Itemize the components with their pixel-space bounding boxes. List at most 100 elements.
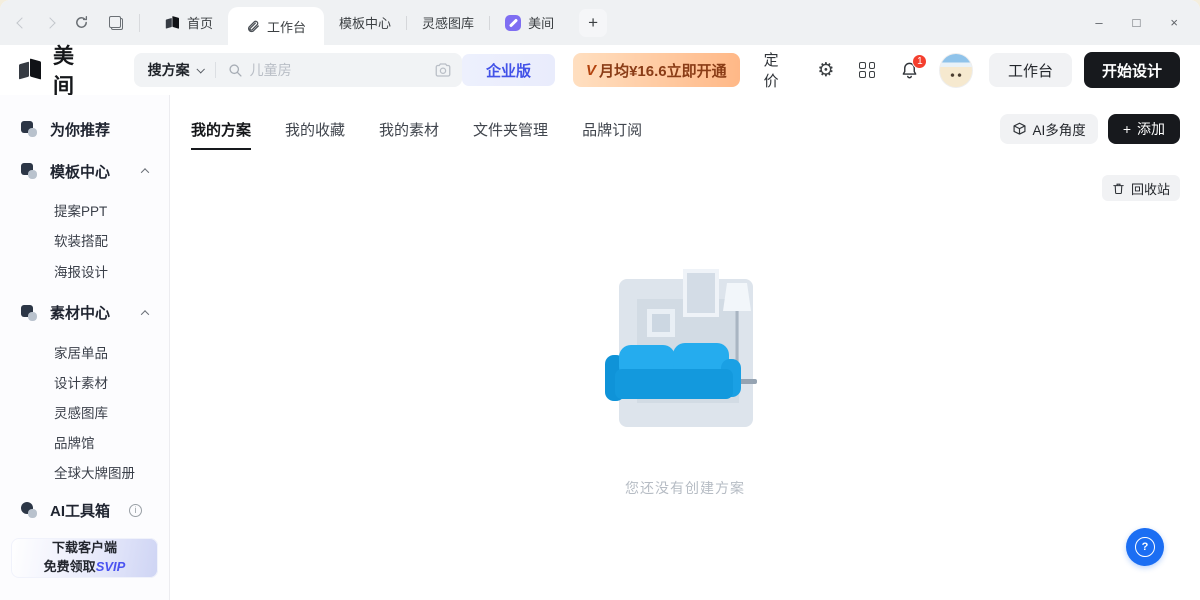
sidebar-item-soft-decoration[interactable]: 软装搭配 xyxy=(0,229,169,252)
forward-icon[interactable] xyxy=(44,17,55,28)
main-content: 我的方案 我的收藏 我的素材 文件夹管理 品牌订阅 AI多角度 + 添加 xyxy=(170,95,1200,600)
sidebar-item-inspiration-gallery[interactable]: 灵感图库 xyxy=(0,400,169,423)
recycle-bin-button[interactable]: 回收站 xyxy=(1102,175,1180,201)
sidebar-item-label: 模板中心 xyxy=(50,161,110,182)
banner-svip: SVIP xyxy=(96,559,126,574)
search-scope-dropdown[interactable]: 搜方案 xyxy=(148,60,203,80)
tab-folder-management[interactable]: 文件夹管理 xyxy=(473,119,548,150)
tab-label: 模板中心 xyxy=(339,13,391,32)
minimize-button[interactable]: – xyxy=(1095,15,1102,30)
duplicate-tab-icon[interactable] xyxy=(109,16,123,30)
search-scope-label: 搜方案 xyxy=(148,60,190,80)
vip-subscribe-button[interactable]: V 月均¥16.6立即开通 xyxy=(573,53,740,87)
sidebar-item-ai-toolbox[interactable]: AI工具箱 xyxy=(0,496,169,525)
apps-grid-icon[interactable] xyxy=(859,62,875,78)
workspace-label: 工作台 xyxy=(1008,60,1053,81)
divider xyxy=(139,14,140,32)
sidebar-item-label: 素材中心 xyxy=(50,302,110,323)
trash-icon xyxy=(1112,182,1125,195)
sidebar-item-home-items[interactable]: 家居单品 xyxy=(0,340,169,363)
banner-line2-prefix: 免费领取 xyxy=(44,559,96,574)
meijian-app-icon xyxy=(505,15,521,31)
pricing-link[interactable]: 定价 xyxy=(764,49,793,91)
tab-label: 灵感图库 xyxy=(422,13,474,32)
sidebar-item-recommend[interactable]: 为你推荐 xyxy=(0,115,169,144)
add-button[interactable]: + 添加 xyxy=(1108,114,1180,144)
download-client-banner[interactable]: 下载客户端 免费领取SVIP xyxy=(11,538,158,578)
meijian-logo-icon xyxy=(165,16,181,29)
help-button[interactable]: ? xyxy=(1126,528,1164,566)
tab-my-favorites[interactable]: 我的收藏 xyxy=(285,119,345,150)
sidebar-item-design-materials[interactable]: 设计素材 xyxy=(0,370,169,393)
tab-brand-subscription[interactable]: 品牌订阅 xyxy=(582,119,642,150)
sidebar-item-label: 提案PPT xyxy=(54,200,107,220)
app-window: 首页 工作台 模板中心 灵感图库 美间 + – □ × xyxy=(0,0,1200,600)
nav-buttons xyxy=(0,0,139,45)
chevron-up-icon xyxy=(141,310,149,318)
chevron-down-icon xyxy=(196,65,204,73)
sidebar-item-label: 设计素材 xyxy=(54,372,108,392)
recycle-bin-label: 回收站 xyxy=(1131,179,1170,198)
tab-workspace[interactable]: 工作台 xyxy=(228,7,324,45)
banner-line1: 下载客户端 xyxy=(52,539,117,558)
sidebar-item-template-center[interactable]: 模板中心 xyxy=(0,157,169,186)
enterprise-button[interactable]: 企业版 xyxy=(462,54,555,86)
template-center-icon xyxy=(21,163,37,179)
sidebar-item-label: 海报设计 xyxy=(54,261,108,281)
notification-badge: 1 xyxy=(912,54,927,69)
sidebar-item-material-center[interactable]: 素材中心 xyxy=(0,298,169,327)
tab-template-center[interactable]: 模板中心 xyxy=(324,0,406,45)
new-tab-button[interactable]: + xyxy=(579,9,607,37)
maximize-button[interactable]: □ xyxy=(1133,15,1141,30)
avatar[interactable] xyxy=(939,53,973,88)
tab-my-materials[interactable]: 我的素材 xyxy=(379,119,439,150)
tab-home[interactable]: 首页 xyxy=(150,0,228,45)
cube-icon xyxy=(1012,122,1027,137)
workspace-button[interactable]: 工作台 xyxy=(989,53,1072,87)
tab-label: 美间 xyxy=(528,13,554,32)
empty-sofa-illustration xyxy=(605,267,765,437)
info-icon xyxy=(129,504,142,517)
brand-name: 美间 xyxy=(53,40,94,100)
start-design-label: 开始设计 xyxy=(1102,60,1162,81)
sidebar-item-poster-design[interactable]: 海报设计 xyxy=(0,259,169,282)
divider xyxy=(215,62,216,78)
refresh-icon[interactable] xyxy=(74,15,89,30)
enterprise-label: 企业版 xyxy=(486,60,531,81)
sidebar-item-label: 品牌馆 xyxy=(54,432,95,452)
vip-label: 月均¥16.6立即开通 xyxy=(599,60,727,81)
sidebar-item-label: 灵感图库 xyxy=(54,402,108,422)
plus-icon: + xyxy=(1123,121,1131,137)
ai-toolbox-icon xyxy=(21,502,37,518)
close-button[interactable]: × xyxy=(1170,15,1178,30)
banner-line2: 免费领取SVIP xyxy=(44,558,126,577)
empty-state-text: 您还没有创建方案 xyxy=(605,478,765,498)
sidebar-item-brand-hall[interactable]: 品牌馆 xyxy=(0,430,169,453)
start-design-button[interactable]: 开始设计 xyxy=(1084,52,1180,88)
add-label: 添加 xyxy=(1137,119,1165,139)
notification-bell[interactable]: 1 xyxy=(900,61,919,80)
sidebar-item-label: AI工具箱 xyxy=(50,500,110,521)
tab-label: 首页 xyxy=(187,13,213,32)
sidebar-item-proposal-ppt[interactable]: 提案PPT xyxy=(0,199,169,222)
tab-strip: 首页 工作台 模板中心 灵感图库 美间 + – □ × xyxy=(0,0,1200,45)
sidebar-item-global-brand-catalog[interactable]: 全球大牌图册 xyxy=(0,461,169,484)
tab-inspiration-gallery[interactable]: 灵感图库 xyxy=(407,0,489,45)
sidebar-item-label: 家居单品 xyxy=(54,342,108,362)
back-icon[interactable] xyxy=(16,17,27,28)
tab-meijian-app[interactable]: 美间 xyxy=(490,0,569,45)
brand-logo[interactable]: 美间 xyxy=(18,40,94,100)
app-header: 美间 搜方案 企业版 V 月均¥16.6立即开通 定价 ⚙ xyxy=(0,45,1200,95)
tab-label: 工作台 xyxy=(267,17,306,36)
gear-icon[interactable]: ⚙ xyxy=(817,59,834,81)
empty-state: 您还没有创建方案 xyxy=(605,267,765,498)
sidebar-item-label: 软装搭配 xyxy=(54,230,108,250)
material-center-icon xyxy=(21,305,37,321)
chevron-up-icon xyxy=(141,168,149,176)
search-input[interactable] xyxy=(250,62,434,78)
camera-search-icon[interactable] xyxy=(434,61,452,79)
window-controls: – □ × xyxy=(1073,0,1200,45)
content-actions: AI多角度 + 添加 xyxy=(1000,114,1180,144)
ai-multi-angle-button[interactable]: AI多角度 xyxy=(1000,114,1098,144)
tab-my-plans[interactable]: 我的方案 xyxy=(191,119,251,150)
